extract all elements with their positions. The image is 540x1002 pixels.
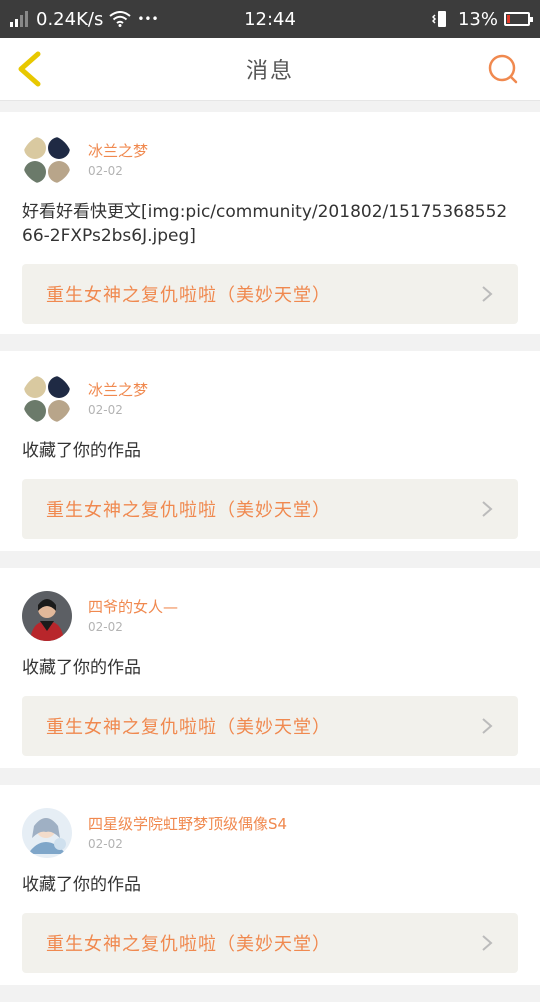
work-link[interactable]: 重生女神之复仇啦啦（美妙天堂） (22, 264, 518, 324)
message-feed: 冰兰之梦 02-02 好看好看快更文[img:pic/community/201… (0, 112, 540, 1002)
timestamp: 02-02 (88, 164, 123, 178)
message-text: 好看好看快更文[img:pic/community/201802/1517536… (22, 202, 508, 246)
vibrate-icon (431, 11, 446, 27)
back-button[interactable] (12, 50, 48, 88)
avatar-anime[interactable] (22, 808, 72, 858)
work-title: 重生女神之复仇啦啦（美妙天堂） (46, 500, 331, 521)
nav-bar: 消息 (0, 38, 540, 101)
username[interactable]: 四爷的女人— (88, 597, 178, 617)
work-link[interactable]: 重生女神之复仇啦啦（美妙天堂） (22, 479, 518, 539)
avatar-collage[interactable] (22, 374, 72, 424)
timestamp: 02-02 (88, 620, 123, 634)
more-indicator: ••• (137, 12, 159, 26)
signal-icon (10, 11, 28, 27)
work-title: 重生女神之复仇啦啦（美妙天堂） (46, 717, 331, 738)
avatar-photo[interactable] (22, 591, 72, 641)
message-card: 冰兰之梦 02-02 好看好看快更文[img:pic/community/201… (0, 112, 540, 334)
username[interactable]: 四星级学院虹野梦顶级偶像S4 (88, 814, 287, 834)
battery-icon (504, 12, 533, 26)
username[interactable]: 冰兰之梦 (88, 141, 148, 161)
work-link[interactable]: 重生女神之复仇啦啦（美妙天堂） (22, 696, 518, 756)
message-text: 收藏了你的作品 (22, 441, 141, 461)
work-title: 重生女神之复仇啦啦（美妙天堂） (46, 285, 331, 306)
timestamp: 02-02 (88, 837, 123, 851)
chevron-right-icon (482, 935, 493, 951)
chevron-left-icon (18, 51, 41, 87)
work-title: 重生女神之复仇啦啦（美妙天堂） (46, 934, 331, 955)
work-link[interactable]: 重生女神之复仇啦啦（美妙天堂） (22, 913, 518, 973)
search-icon (488, 54, 518, 84)
chevron-right-icon (482, 501, 493, 517)
wifi-icon (109, 11, 131, 27)
chevron-right-icon (482, 286, 493, 302)
avatar-collage[interactable] (22, 135, 72, 185)
message-card: 四星级学院虹野梦顶级偶像S4 02-02 收藏了你的作品 重生女神之复仇啦啦（美… (0, 785, 540, 985)
message-text: 收藏了你的作品 (22, 658, 141, 678)
battery-percent: 13% (457, 8, 498, 30)
chevron-right-icon (482, 718, 493, 734)
timestamp: 02-02 (88, 403, 123, 417)
status-bar: 0.24K/s ••• 12:44 13% (0, 0, 540, 38)
page-title: 消息 (245, 59, 294, 84)
username[interactable]: 冰兰之梦 (88, 380, 148, 400)
message-card: 冰兰之梦 02-02 收藏了你的作品 重生女神之复仇啦啦（美妙天堂） (0, 351, 540, 551)
message-text: 收藏了你的作品 (22, 875, 141, 895)
network-speed: 0.24K/s (36, 8, 104, 30)
search-button[interactable] (486, 52, 520, 86)
message-card: 四爷的女人— 02-02 收藏了你的作品 重生女神之复仇啦啦（美妙天堂） (0, 568, 540, 768)
